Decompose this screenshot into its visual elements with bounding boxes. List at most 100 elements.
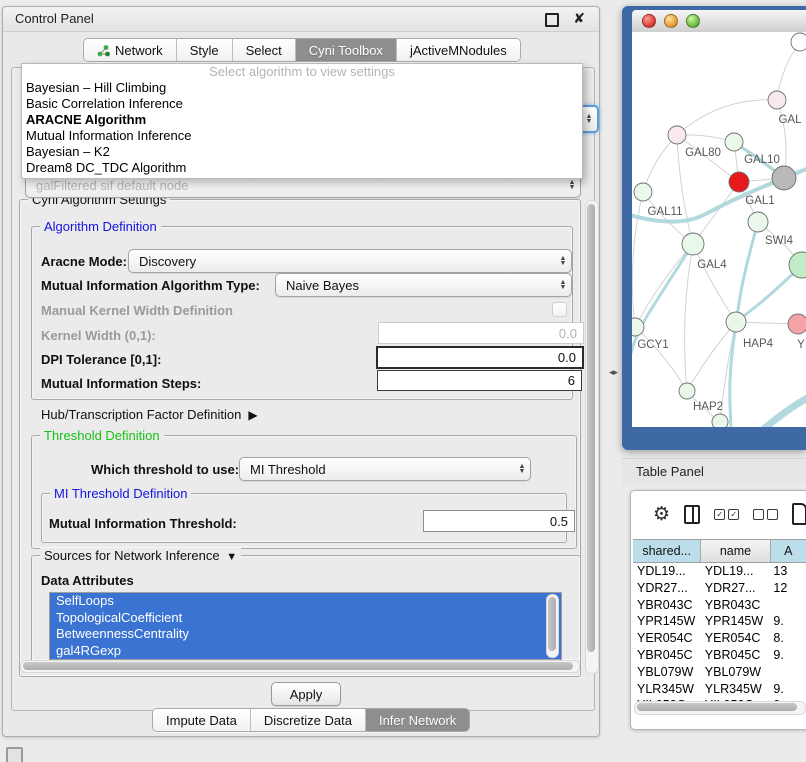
table-hscroll-thumb[interactable] [637, 703, 797, 711]
network-view-window[interactable]: GALGAL80GAL10GAL1GAL11SWI4GAL4GCY1HAP4YH… [622, 6, 806, 450]
network-node[interactable] [712, 414, 728, 427]
table-panel-titlebar: Table Panel [622, 458, 806, 485]
table-cell: YDR27... [701, 580, 770, 597]
network-edge[interactable] [632, 192, 643, 327]
mi-steps-label: Mutual Information Steps: [41, 376, 201, 391]
network-edge[interactable] [693, 244, 736, 322]
table-hscrollbar [634, 701, 806, 715]
table-cell: 9. [769, 613, 806, 630]
attribute-list-item[interactable]: BetweennessCentrality [50, 626, 561, 643]
minimize-traffic-icon[interactable] [664, 14, 678, 28]
dock-grip-icon[interactable] [6, 747, 23, 762]
bottom-tab-infer-network[interactable]: Infer Network [366, 709, 469, 731]
dpi-tolerance-field[interactable]: 0.0 [376, 346, 584, 369]
network-node-hap4[interactable] [726, 312, 746, 332]
table-panel-title: Table Panel [636, 464, 704, 479]
close-icon[interactable]: ✘ [573, 10, 585, 27]
tab-select[interactable]: Select [233, 39, 296, 61]
table-cell [769, 664, 806, 681]
table-row[interactable]: YER054CYER054C8. [633, 630, 806, 647]
network-node-gal10[interactable] [725, 133, 743, 151]
network-node-gal80[interactable] [668, 126, 686, 144]
control-panel-titlebar: Control Panel ✘ [3, 7, 599, 32]
network-node-gal1[interactable] [729, 172, 749, 192]
dropdown-option[interactable]: Bayesian – K2 [22, 144, 582, 160]
network-node-hap2[interactable] [679, 383, 695, 399]
control-panel-tabbar: NetworkStyleSelectCyni ToolboxjActiveMNo… [83, 38, 521, 62]
settings-vscroll-thumb[interactable] [587, 204, 595, 652]
aracne-mode-combo[interactable]: Discovery ▲▼ [128, 249, 572, 273]
gear-icon[interactable]: ⚙ [653, 505, 670, 524]
tab-cyni-toolbox[interactable]: Cyni Toolbox [296, 39, 397, 61]
split-panes-icon[interactable] [684, 505, 700, 524]
combo-stepper-icon: ▲▼ [514, 464, 530, 474]
attribute-scroll-thumb[interactable] [548, 597, 556, 651]
manual-kernel-checkbox[interactable] [552, 302, 567, 317]
table-row[interactable]: YLR345WYLR345W9. [633, 681, 806, 698]
table-row[interactable]: YDR27...YDR27...12 [633, 580, 806, 597]
checked-pair-icon[interactable]: ✓✓ [714, 509, 739, 520]
bottom-tab-discretize-data[interactable]: Discretize Data [251, 709, 366, 731]
dropdown-option[interactable]: ARACNE Algorithm [22, 112, 582, 128]
attribute-list-item[interactable]: gal4RGexp [50, 643, 561, 660]
network-node-gal4[interactable] [682, 233, 704, 255]
tab-jactivemnodules[interactable]: jActiveMNodules [397, 39, 520, 61]
column-header[interactable]: name [701, 540, 770, 562]
network-edge[interactable] [677, 100, 777, 135]
table-cell: YBR045C [633, 647, 701, 664]
network-edge[interactable] [635, 327, 687, 391]
table-cell: YPR145W [701, 613, 770, 630]
hub-definition-toggle[interactable]: Hub/Transcription Factor Definition ▶ [41, 407, 258, 422]
mi-threshold-title: MI Threshold Definition [50, 486, 191, 501]
table-row[interactable]: YBR043CYBR043C [633, 597, 806, 614]
unchecked-pair-icon[interactable] [753, 509, 778, 520]
network-node[interactable] [791, 33, 806, 51]
column-header[interactable]: shared... [633, 540, 701, 562]
dropdown-option[interactable]: Basic Correlation Inference [22, 96, 582, 112]
mi-threshold-field[interactable]: 0.5 [423, 510, 575, 532]
bottom-tab-impute-data[interactable]: Impute Data [153, 709, 251, 731]
table-row[interactable]: YBL079WYBL079W [633, 664, 806, 681]
dropdown-option[interactable]: Dream8 DC_TDC Algorithm [22, 160, 582, 176]
network-edge[interactable] [643, 135, 677, 192]
network-node-gal[interactable] [768, 91, 786, 109]
combo-stepper-icon: ▲▼ [555, 256, 571, 266]
table-cell: 8. [769, 630, 806, 647]
node-label: SWI4 [765, 235, 794, 247]
which-threshold-combo[interactable]: MI Threshold ▲▼ [239, 457, 531, 481]
network-node-y[interactable] [788, 314, 806, 334]
zoom-traffic-icon[interactable] [686, 14, 700, 28]
attribute-list-item[interactable]: SelfLoops [50, 593, 561, 610]
network-node[interactable] [772, 166, 796, 190]
attribute-list-item[interactable]: TopologicalCoefficient [50, 610, 561, 627]
network-node-swi4[interactable] [748, 212, 768, 232]
table-row[interactable]: YBR045CYBR045C9. [633, 647, 806, 664]
column-header[interactable]: A [771, 540, 806, 562]
network-canvas[interactable]: GALGAL80GAL10GAL1GAL11SWI4GAL4GCY1HAP4YH… [632, 32, 806, 427]
dropdown-option[interactable]: Bayesian – Hill Climbing [22, 80, 582, 96]
table-cell: 9. [769, 681, 806, 698]
network-node-gal11[interactable] [634, 183, 652, 201]
float-window-icon[interactable] [545, 13, 559, 27]
table-row[interactable]: YPR145WYPR145W9. [633, 613, 806, 630]
document-icon[interactable] [792, 503, 806, 525]
table-row[interactable]: YDL19...YDL19...13 [633, 563, 806, 580]
table-cell: YER054C [701, 630, 770, 647]
table-cell: YBR045C [701, 647, 770, 664]
network-edge[interactable] [685, 244, 693, 391]
close-traffic-icon[interactable] [642, 14, 656, 28]
settings-hscroll-thumb[interactable] [23, 662, 573, 670]
node-label: GCY1 [637, 339, 668, 351]
tab-network[interactable]: Network [84, 39, 177, 61]
mi-algorithm-type-combo[interactable]: Naive Bayes ▲▼ [275, 273, 572, 297]
mi-steps-field[interactable]: 6 [377, 370, 582, 391]
network-edge[interactable] [693, 182, 739, 244]
bottom-tab-label: Infer Network [379, 713, 456, 728]
network-edge-thick[interactable] [760, 394, 806, 427]
algorithm-dropdown-list: Select algorithm to view settings Bayesi… [21, 63, 583, 179]
dropdown-option[interactable]: Mutual Information Inference [22, 128, 582, 144]
panel-splitter-handle[interactable]: ◂▸ [609, 368, 618, 377]
apply-button[interactable]: Apply [271, 682, 341, 706]
tab-style[interactable]: Style [177, 39, 233, 61]
kernel-width-field[interactable]: 0.0 [378, 322, 584, 344]
